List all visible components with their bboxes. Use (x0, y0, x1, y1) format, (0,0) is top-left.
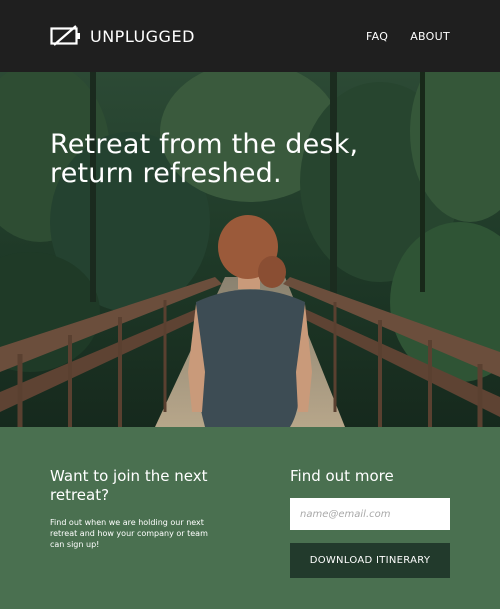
site-header: UNPLUGGED FAQ ABOUT (0, 0, 500, 72)
download-itinerary-button[interactable]: DOWNLOAD ITINERARY (290, 543, 450, 578)
hero-photo-forest-bridge (0, 72, 500, 427)
brand-logo[interactable]: UNPLUGGED (50, 25, 195, 47)
find-out-more-column: Find out more DOWNLOAD ITINERARY (290, 467, 450, 578)
hero-headline: Retreat from the desk, return refreshed. (50, 130, 430, 188)
headline-line-1: Retreat from the desk, (50, 129, 359, 160)
unplugged-battery-icon (50, 25, 80, 46)
main-nav: FAQ ABOUT (366, 30, 450, 43)
nav-link-about[interactable]: ABOUT (410, 30, 450, 43)
join-title: Want to join the next retreat? (50, 467, 208, 504)
join-column: Want to join the next retreat? Find out … (50, 467, 220, 550)
email-input[interactable] (290, 498, 450, 530)
signup-section: Want to join the next retreat? Find out … (0, 427, 500, 609)
brand-name: UNPLUGGED (90, 26, 195, 46)
find-out-more-title: Find out more (290, 467, 394, 485)
headline-line-2: return refreshed. (50, 158, 282, 189)
join-description: Find out when we are holding our next re… (50, 518, 208, 549)
hero-section: Retreat from the desk, return refreshed. (0, 72, 500, 427)
nav-link-faq[interactable]: FAQ (366, 30, 388, 43)
